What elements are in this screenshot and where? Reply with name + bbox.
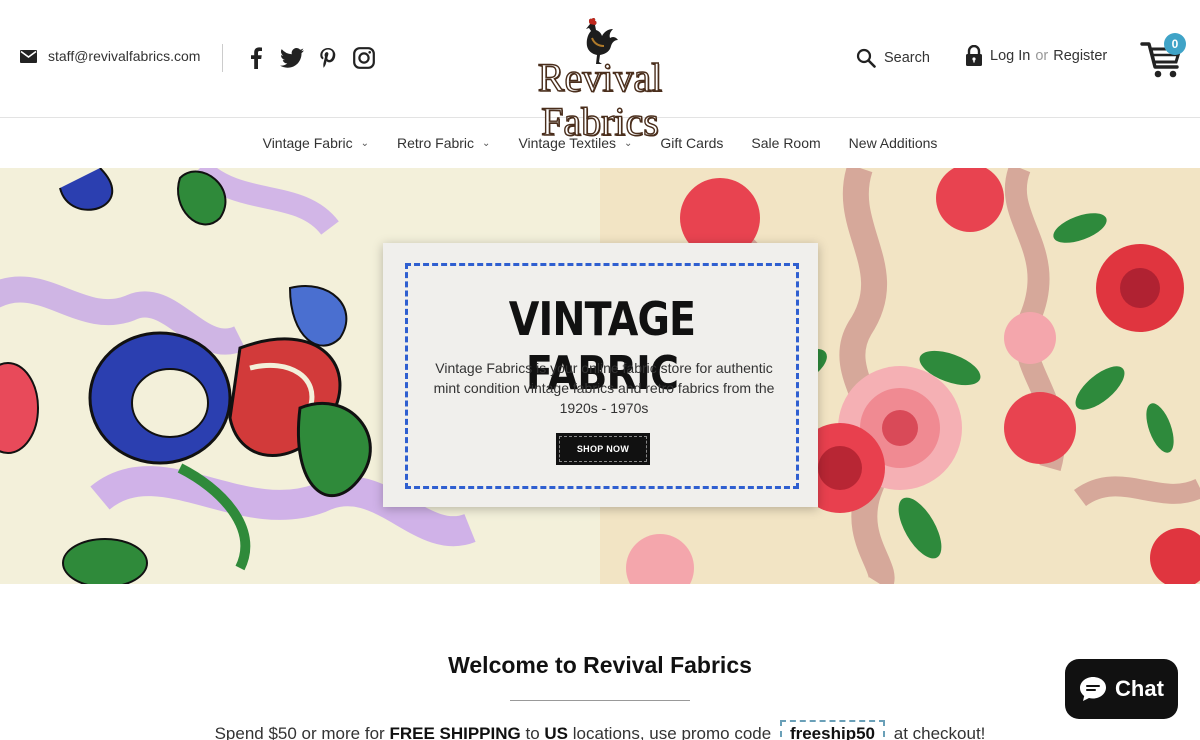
pinterest-icon[interactable] bbox=[316, 46, 340, 70]
nav-item-vintage-fabric[interactable]: Vintage Fabric ⌄ bbox=[263, 135, 369, 151]
social-links bbox=[244, 46, 376, 70]
promo-to: to bbox=[525, 724, 540, 740]
instagram-icon[interactable] bbox=[352, 46, 376, 70]
nav-item-label: Vintage Fabric bbox=[262, 135, 353, 151]
welcome-heading: Welcome to Revival Fabrics bbox=[448, 652, 752, 678]
nav-item-label: Gift Cards bbox=[660, 135, 724, 151]
facebook-icon[interactable] bbox=[244, 46, 268, 70]
chat-label: Chat bbox=[1115, 676, 1164, 701]
promo-pre: Spend $50 or more for bbox=[214, 724, 385, 740]
hero-banner[interactable]: VINTAGE FABRIC Vintage Fabrics is your o… bbox=[0, 168, 1200, 584]
mail-icon bbox=[20, 49, 37, 63]
register-link[interactable]: Register bbox=[1053, 48, 1107, 64]
cart-count-badge[interactable]: 0 bbox=[1164, 33, 1186, 55]
promo-free-shipping: FREE SHIPPING bbox=[389, 724, 521, 740]
promo-text: Spend $50 or more for FREE SHIPPING to U… bbox=[0, 720, 1200, 740]
nav-item-gift-cards[interactable]: Gift Cards bbox=[660, 135, 723, 151]
or-text: or bbox=[1035, 48, 1049, 64]
search-icon bbox=[856, 48, 876, 68]
chevron-down-icon: ⌄ bbox=[360, 137, 370, 149]
nav-item-label: New Additions bbox=[848, 135, 938, 151]
contact-email[interactable]: staff@revivalfabrics.com bbox=[20, 48, 200, 64]
twitter-icon[interactable] bbox=[280, 46, 304, 70]
nav-item-vintage-textiles[interactable]: Vintage Textiles ⌄ bbox=[518, 135, 632, 151]
search-button[interactable]: Search bbox=[856, 48, 930, 68]
account-links: Log In or Register bbox=[965, 45, 1107, 67]
site-logo[interactable]: Revival Fabrics bbox=[474, 18, 726, 144]
nav-item-sale-room[interactable]: Sale Room bbox=[751, 135, 820, 151]
promo-post: at checkout! bbox=[893, 724, 986, 740]
chevron-down-icon: ⌄ bbox=[624, 137, 633, 149]
promo-us: US bbox=[544, 724, 569, 740]
header-divider bbox=[222, 44, 223, 72]
email-link[interactable]: staff@revivalfabrics.com bbox=[48, 48, 200, 64]
promo-mid: locations, use promo code bbox=[572, 724, 772, 740]
login-link[interactable]: Log In bbox=[990, 48, 1030, 64]
chat-button[interactable]: Chat bbox=[1065, 659, 1178, 719]
lock-icon bbox=[966, 45, 982, 66]
site-header: staff@revivalfabrics.com Revival Fabrics… bbox=[0, 0, 1200, 144]
welcome-divider bbox=[510, 700, 690, 701]
nav-item-retro-fabric[interactable]: Retro Fabric ⌄ bbox=[397, 135, 490, 151]
main-nav: Vintage Fabric ⌄ Retro Fabric ⌄ Vintage … bbox=[0, 118, 1200, 168]
hero-description: Vintage Fabrics is your online fabric st… bbox=[433, 360, 775, 416]
nav-item-label: Sale Room bbox=[751, 135, 821, 151]
chevron-down-icon: ⌄ bbox=[482, 137, 491, 149]
label-stitched-border: VINTAGE FABRIC Vintage Fabrics is your o… bbox=[405, 263, 799, 489]
nav-item-label: Retro Fabric bbox=[397, 135, 475, 151]
nav-item-label: Vintage Textiles bbox=[518, 135, 616, 151]
hero-label-card: VINTAGE FABRIC Vintage Fabrics is your o… bbox=[383, 243, 818, 507]
promo-code[interactable]: freeship50 bbox=[779, 720, 885, 740]
search-label: Search bbox=[884, 50, 930, 66]
chat-bubble-icon bbox=[1080, 677, 1107, 701]
nav-item-new-additions[interactable]: New Additions bbox=[849, 135, 938, 151]
shop-now-button[interactable]: SHOP NOW bbox=[556, 433, 650, 465]
